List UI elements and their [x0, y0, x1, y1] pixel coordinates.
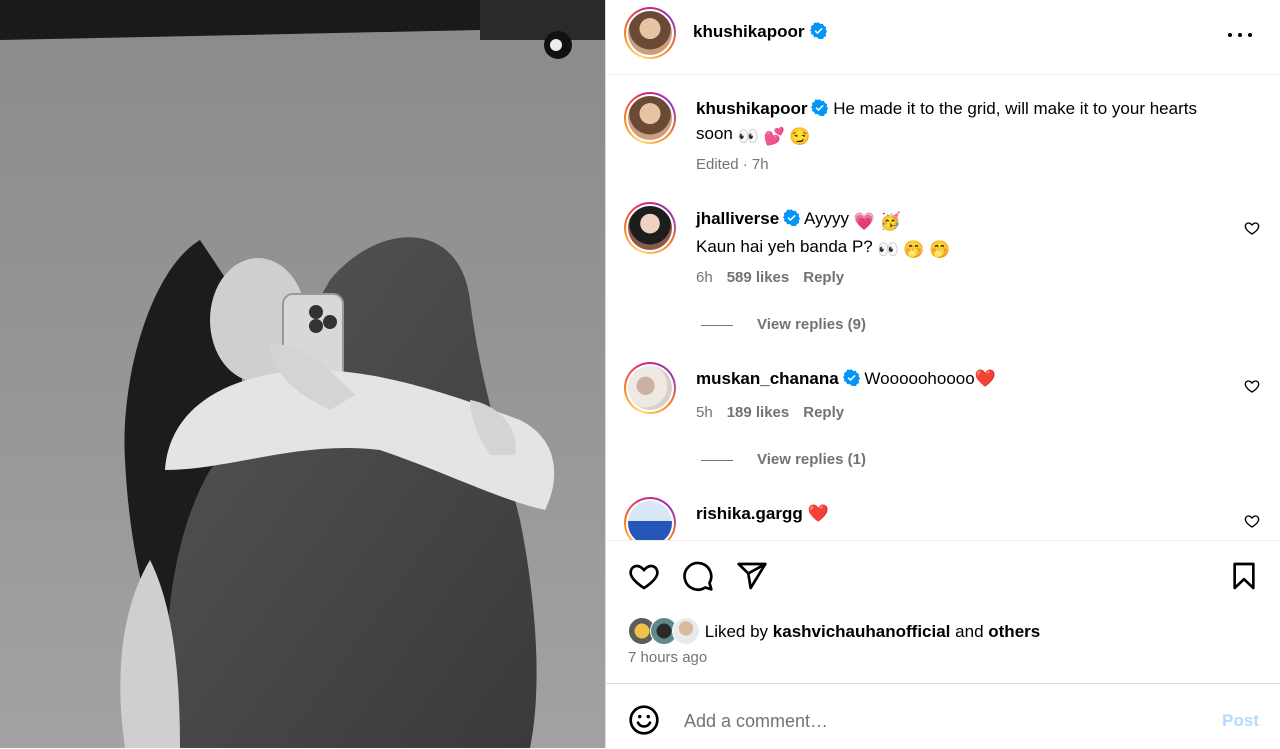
view-replies-divider	[701, 324, 733, 326]
comment-line-1: Ayyyy	[803, 209, 850, 228]
verified-badge-icon	[842, 369, 860, 386]
caption-meta: Edited · 7h	[696, 156, 769, 173]
comment-line-1-emojis: 💗 🥳	[853, 212, 901, 231]
comment-avatar-muskan[interactable]	[624, 362, 676, 414]
comment-like-heart-icon[interactable]	[1244, 513, 1260, 529]
comment-text: muskan_chanana Wooooohoooo❤️	[696, 366, 1216, 391]
photo-illustration	[0, 0, 605, 748]
liked-by-others[interactable]: others	[988, 622, 1040, 641]
comments-list: khushikapoor He made it to the grid, wil…	[606, 75, 1280, 540]
comment-text: jhalliverse Ayyyy 💗 🥳 Kaun hai yeh banda…	[696, 206, 1216, 262]
comment-body: ❤️	[807, 504, 829, 523]
liked-by-user[interactable]: kashvichauhanofficial	[773, 622, 951, 641]
comment-meta: 5h 189 likes Reply	[696, 404, 844, 421]
comment-body: Woooooh	[864, 369, 937, 388]
author-username[interactable]: khushikapoor	[693, 22, 804, 42]
comment-line-2: Kaun hai yeh banda P?	[696, 237, 873, 256]
comment-avatar-jhalliverse[interactable]	[624, 202, 676, 254]
comment-text: rishika.gargg ❤️	[696, 501, 1216, 526]
post-actions: Liked by kashvichauhanofficial and other…	[606, 540, 1280, 684]
heart-icon[interactable]	[628, 560, 660, 592]
comment-likes[interactable]: 589 likes	[727, 269, 790, 286]
comment-avatar-rishika[interactable]	[624, 497, 676, 540]
verified-badge-icon	[783, 209, 801, 226]
comment-line-2-emojis: 👀 🤭 🤭	[877, 240, 951, 259]
liked-by-prefix: Liked by	[704, 622, 769, 641]
view-replies-label: View replies (1)	[757, 451, 866, 468]
emoji-icon[interactable]	[628, 704, 660, 736]
comment-body-tail: oooo❤️	[936, 369, 996, 388]
view-replies-button[interactable]: View replies (1)	[701, 451, 866, 468]
comment-time: 6h	[696, 269, 713, 286]
verified-badge-icon	[810, 22, 827, 39]
post-comment-button[interactable]: Post	[1222, 711, 1259, 731]
post-photo[interactable]	[0, 0, 605, 748]
more-options-button[interactable]	[1227, 22, 1253, 48]
comment-likes[interactable]: 189 likes	[727, 404, 790, 421]
liked-by-avatars[interactable]	[628, 617, 700, 645]
comment-input[interactable]	[682, 700, 1166, 742]
liked-by: Liked by kashvichauhanofficial and other…	[628, 617, 1040, 645]
post-detail-panel: khushikapoor khushikapoor He made it to …	[605, 0, 1280, 748]
comment-meta: 6h 589 likes Reply	[696, 269, 844, 286]
view-replies-label: View replies (9)	[757, 316, 866, 333]
caption-text: khushikapoor He made it to the grid, wil…	[696, 96, 1216, 149]
reply-button[interactable]: Reply	[803, 269, 844, 286]
post-time[interactable]: 7 hours ago	[628, 649, 707, 666]
bookmark-icon[interactable]	[1228, 560, 1260, 592]
reply-button[interactable]: Reply	[803, 404, 844, 421]
comment-time: 5h	[696, 404, 713, 421]
liked-by-and: and	[955, 622, 984, 641]
caption-emojis: 👀 💕 😏	[737, 127, 811, 146]
post-header: khushikapoor	[606, 0, 1280, 75]
comment-like-heart-icon[interactable]	[1244, 378, 1260, 394]
add-comment-bar: Post	[606, 683, 1280, 749]
view-replies-divider	[701, 459, 733, 461]
share-icon[interactable]	[736, 560, 768, 592]
comment-like-heart-icon[interactable]	[1244, 220, 1260, 236]
view-replies-button[interactable]: View replies (9)	[701, 316, 866, 333]
comment-username[interactable]: muskan_chanana	[696, 369, 839, 388]
verified-badge-icon	[811, 99, 829, 116]
comment-icon[interactable]	[682, 560, 714, 592]
caption-username[interactable]: khushikapoor	[696, 99, 807, 118]
comment-username[interactable]: rishika.gargg	[696, 504, 803, 523]
caption-avatar[interactable]	[624, 92, 676, 144]
author-avatar[interactable]	[624, 7, 676, 59]
comment-username[interactable]: jhalliverse	[696, 209, 779, 228]
